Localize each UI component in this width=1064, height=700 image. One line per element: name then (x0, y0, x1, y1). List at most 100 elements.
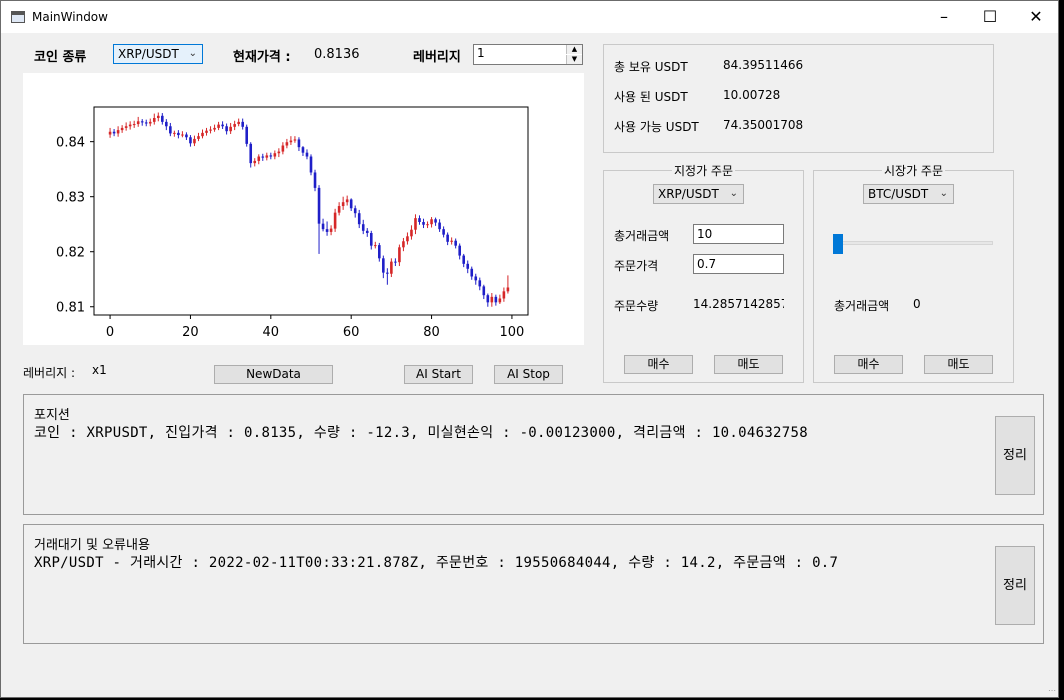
candle-body (418, 218, 421, 223)
position-panel-text: 코인 : XRPUSDT, 진입가격 : 0.8135, 수량 : -12.3,… (34, 425, 808, 441)
x-tick-label: 20 (182, 325, 199, 340)
candle-body (482, 286, 486, 296)
candle-body (261, 156, 265, 158)
ai-stop-button[interactable]: AI Stop (494, 365, 563, 384)
candle-body (120, 127, 124, 131)
candle-body (406, 236, 409, 242)
available-usdt-value: 74.35001708 (723, 118, 804, 132)
minimize-button[interactable]: – (921, 1, 967, 33)
market-order-title: 시장가 주문 (881, 164, 945, 178)
candle-body (361, 224, 365, 231)
candle-body (144, 122, 148, 124)
balance-frame: 총 보유 USDT 84.39511466 사용 된 USDT 10.00728… (603, 44, 994, 153)
position-panel-title: 포지션 (34, 408, 70, 423)
new-data-button[interactable]: NewData (214, 365, 333, 384)
candle-body (177, 132, 180, 136)
candle-body (245, 126, 249, 144)
candle-body (426, 224, 429, 226)
x-tick-label: 60 (343, 325, 360, 340)
market-amount-slider[interactable] (833, 241, 993, 245)
candle-body (498, 298, 502, 303)
market-buy-button[interactable]: 매수 (834, 355, 903, 374)
candle-body (422, 222, 425, 225)
chart-background (23, 73, 584, 345)
candle-body (349, 199, 353, 209)
ai-start-button[interactable]: AI Start (404, 365, 473, 384)
candle-body (329, 228, 333, 232)
y-tick-label: 0.82 (56, 246, 85, 261)
candle-body (161, 115, 164, 122)
limit-total-amount-input[interactable]: 10 (693, 224, 784, 244)
candle-body (373, 245, 377, 247)
candle-body (305, 152, 309, 157)
candle-body (297, 139, 301, 148)
limit-price-input[interactable]: 0.7 (693, 254, 784, 274)
candle-body (450, 240, 453, 242)
candle-body (197, 136, 200, 139)
title-bar[interactable]: MainWindow – ☐ ✕ (1, 1, 1058, 33)
candle-body (394, 261, 397, 263)
limit-price-label: 주문가격 (614, 259, 659, 273)
candle-body (454, 240, 457, 246)
leverage-display-value: x1 (92, 363, 107, 377)
candle-body (410, 229, 413, 237)
candle-body (116, 130, 120, 134)
candle-body (386, 272, 389, 274)
candle-body (321, 223, 325, 230)
market-amount-slider-handle[interactable] (833, 234, 843, 254)
candle-body (502, 291, 506, 299)
spin-down-icon[interactable]: ▼ (566, 55, 582, 64)
limit-sell-button[interactable]: 매도 (714, 355, 783, 374)
candle-body (442, 229, 445, 235)
candle-body (309, 156, 313, 173)
candle-body (185, 134, 188, 138)
market-symbol-select[interactable]: BTC/USDT ⌄ (863, 184, 954, 204)
candle-body (108, 131, 112, 135)
leverage-spinbox-value: 1 (477, 46, 485, 60)
candle-body (478, 280, 482, 287)
candle-body (325, 229, 329, 232)
resize-grip-icon[interactable]: ⋯ (1048, 686, 1056, 695)
maximize-button[interactable]: ☐ (967, 1, 1013, 33)
candle-body (490, 296, 494, 303)
coin-type-label: 코인 종류 (34, 50, 87, 65)
candle-body (209, 129, 212, 131)
x-tick-label: 100 (500, 325, 525, 340)
candle-body (273, 153, 277, 157)
candle-body (378, 245, 381, 259)
candle-body (136, 121, 140, 125)
candle-body (293, 139, 297, 141)
position-clear-button[interactable]: 정리 (995, 416, 1035, 495)
y-tick-label: 0.81 (56, 301, 85, 316)
candle-body (189, 137, 192, 144)
candle-body (201, 132, 204, 137)
main-window: MainWindow – ☐ ✕ 코인 종류 XRP/USDT ⌄ 현재가격 :… (0, 0, 1059, 698)
y-tick-label: 0.83 (56, 191, 85, 206)
limit-symbol-select[interactable]: XRP/USDT ⌄ (653, 184, 744, 204)
candle-body (269, 155, 273, 157)
market-sell-button[interactable]: 매도 (924, 355, 993, 374)
candle-body (128, 124, 132, 127)
candle-body (124, 126, 128, 128)
candle-body (466, 263, 470, 269)
leverage-title-label: 레버리지 (413, 50, 461, 65)
current-price-value: 0.8136 (314, 47, 360, 62)
close-button[interactable]: ✕ (1013, 1, 1058, 33)
candle-body (165, 121, 168, 127)
limit-buy-button[interactable]: 매수 (624, 355, 693, 374)
candle-body (241, 121, 244, 127)
coin-type-select[interactable]: XRP/USDT ⌄ (113, 44, 203, 64)
candle-body (317, 187, 321, 224)
candle-body (132, 124, 136, 126)
spin-up-icon[interactable]: ▲ (566, 45, 582, 54)
log-panel: 거래대기 및 오류내용 XRP/USDT - 거래시간 : 2022-02-11… (23, 524, 1044, 644)
candle-body (173, 132, 176, 134)
total-usdt-value: 84.39511466 (723, 58, 804, 72)
chevron-down-icon: ⌄ (729, 188, 738, 199)
chevron-down-icon: ⌄ (188, 48, 197, 59)
candle-body (369, 233, 373, 246)
log-clear-button[interactable]: 정리 (995, 546, 1035, 625)
leverage-spinbox[interactable]: 1 ▲ ▼ (473, 44, 583, 65)
y-tick-label: 0.84 (56, 136, 85, 151)
x-tick-label: 40 (263, 325, 280, 340)
